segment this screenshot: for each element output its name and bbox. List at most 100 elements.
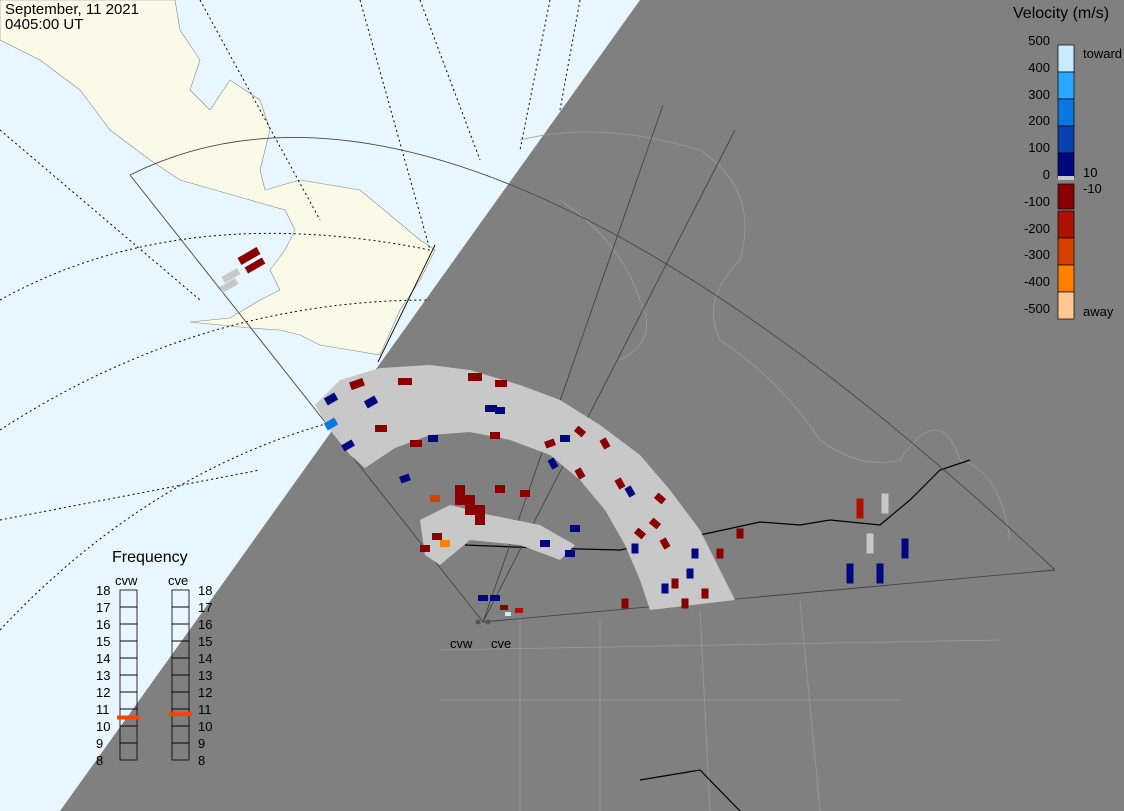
velocity-cell bbox=[420, 545, 430, 552]
night-coastlines bbox=[439, 131, 1011, 811]
frequency-panel-title: Frequency bbox=[112, 549, 188, 566]
velocity-tick: 0 bbox=[1042, 167, 1050, 182]
velocity-tick: 200 bbox=[1028, 113, 1050, 129]
velocity-cell bbox=[686, 568, 694, 579]
frequency-tick-right: 16 bbox=[198, 617, 213, 632]
map-canvas bbox=[0, 0, 1075, 811]
frequency-radar-cvw: cvw bbox=[115, 573, 138, 588]
velocity-cell bbox=[736, 528, 744, 539]
velocity-tick: -100 bbox=[1023, 193, 1050, 209]
date-label: September, 11 2021 bbox=[5, 1, 139, 18]
velocity-color-segment bbox=[1057, 237, 1075, 266]
velocity-color-segment bbox=[1057, 125, 1075, 154]
superdarn-map: September, 11 2021 0405:00 UT cvw cve Ve… bbox=[0, 0, 1124, 811]
neg-threshold-label: -10 bbox=[1083, 181, 1102, 196]
frequency-tick-left: 14 bbox=[96, 651, 111, 666]
velocity-cell bbox=[475, 505, 485, 525]
frequency-marker-cvw bbox=[117, 715, 140, 720]
velocity-cell bbox=[465, 495, 475, 515]
toward-label: toward bbox=[1083, 46, 1123, 61]
velocity-cell bbox=[621, 598, 629, 609]
velocity-cell bbox=[661, 583, 669, 594]
frequency-tick-left: 9 bbox=[96, 736, 104, 751]
frequency-tick-right: 8 bbox=[198, 753, 206, 768]
velocity-color-segment bbox=[1057, 264, 1075, 293]
velocity-cell bbox=[495, 380, 507, 387]
time-label: 0405:00 UT bbox=[5, 16, 84, 33]
frequency-tick-left: 18 bbox=[96, 583, 111, 598]
away-label: away bbox=[1083, 304, 1114, 319]
velocity-cell bbox=[846, 563, 854, 584]
velocity-cell bbox=[410, 440, 422, 447]
velocity-cell bbox=[716, 548, 724, 559]
frequency-bin bbox=[119, 742, 138, 761]
velocity-cell bbox=[398, 378, 412, 385]
frequency-tick-left: 12 bbox=[96, 685, 111, 700]
radar-label-cvw: cvw bbox=[450, 636, 473, 651]
velocity-color-segment bbox=[1057, 183, 1075, 210]
ground-scatter-color bbox=[1058, 176, 1074, 180]
velocity-cell bbox=[565, 550, 575, 557]
velocity-color-segment bbox=[1057, 152, 1075, 179]
frequency-tick-left: 17 bbox=[96, 600, 111, 615]
pos-threshold-label: 10 bbox=[1083, 165, 1098, 180]
frequency-tick-right: 13 bbox=[198, 668, 213, 683]
frequency-tick-right: 10 bbox=[198, 719, 213, 734]
frequency-tick-left: 11 bbox=[96, 702, 110, 717]
velocity-cell bbox=[490, 595, 500, 601]
velocity-tick: 100 bbox=[1028, 140, 1050, 156]
frequency-bin bbox=[171, 742, 190, 761]
velocity-tick: -200 bbox=[1023, 220, 1050, 236]
frequency-tick-left: 15 bbox=[96, 634, 111, 649]
velocity-cell bbox=[440, 540, 450, 547]
frequency-tick-left: 10 bbox=[96, 719, 111, 734]
velocity-cell bbox=[478, 595, 488, 601]
ground-scatter-band bbox=[315, 365, 735, 610]
border-line bbox=[464, 459, 971, 811]
radar-site-cve bbox=[485, 619, 491, 625]
velocity-tick: 400 bbox=[1028, 59, 1050, 75]
velocity-cell bbox=[881, 493, 889, 514]
velocity-cell bbox=[691, 548, 699, 559]
velocity-cell bbox=[901, 538, 909, 559]
velocity-cell bbox=[631, 543, 639, 554]
velocity-cell bbox=[375, 425, 387, 432]
near-range-scatter bbox=[420, 505, 575, 565]
frequency-tick-right: 17 bbox=[198, 600, 213, 615]
velocity-cell bbox=[495, 407, 505, 414]
velocity-color-segment bbox=[1057, 71, 1075, 100]
velocity-cell bbox=[515, 608, 523, 613]
velocity-cell bbox=[866, 533, 874, 554]
velocity-cell bbox=[455, 485, 465, 505]
frequency-bin bbox=[171, 691, 190, 710]
frequency-bin bbox=[171, 725, 190, 744]
velocity-cell bbox=[432, 533, 442, 540]
frequency-tick-right: 9 bbox=[198, 736, 206, 751]
velocity-cell bbox=[490, 432, 500, 439]
frequency-tick-right: 18 bbox=[198, 583, 213, 598]
velocity-cell bbox=[495, 485, 505, 493]
velocity-cell bbox=[671, 578, 679, 589]
velocity-cell bbox=[399, 473, 411, 484]
frequency-bin bbox=[119, 725, 138, 744]
velocity-cell bbox=[468, 373, 482, 381]
velocity-cell bbox=[701, 588, 709, 599]
velocity-tick: 500 bbox=[1028, 33, 1050, 48]
velocity-cell bbox=[430, 495, 440, 502]
frequency-tick-left: 13 bbox=[96, 668, 111, 683]
radar-site-cvw bbox=[475, 619, 481, 625]
velocity-cell bbox=[520, 490, 530, 497]
velocity-cell bbox=[876, 563, 884, 584]
velocity-tick: 300 bbox=[1028, 86, 1050, 102]
frequency-radar-cve: cve bbox=[168, 573, 189, 588]
velocity-cell bbox=[428, 435, 438, 442]
frequency-tick-right: 12 bbox=[198, 685, 213, 700]
velocity-color-segment bbox=[1057, 291, 1075, 320]
frequency-tick-right: 15 bbox=[198, 634, 213, 649]
velocity-cell bbox=[560, 435, 570, 442]
radar-label-cve: cve bbox=[491, 636, 512, 651]
velocity-color-segment bbox=[1057, 98, 1075, 127]
velocity-tick: -300 bbox=[1023, 247, 1050, 263]
frequency-marker-cve bbox=[169, 712, 192, 717]
velocity-tick: -500 bbox=[1023, 301, 1050, 316]
